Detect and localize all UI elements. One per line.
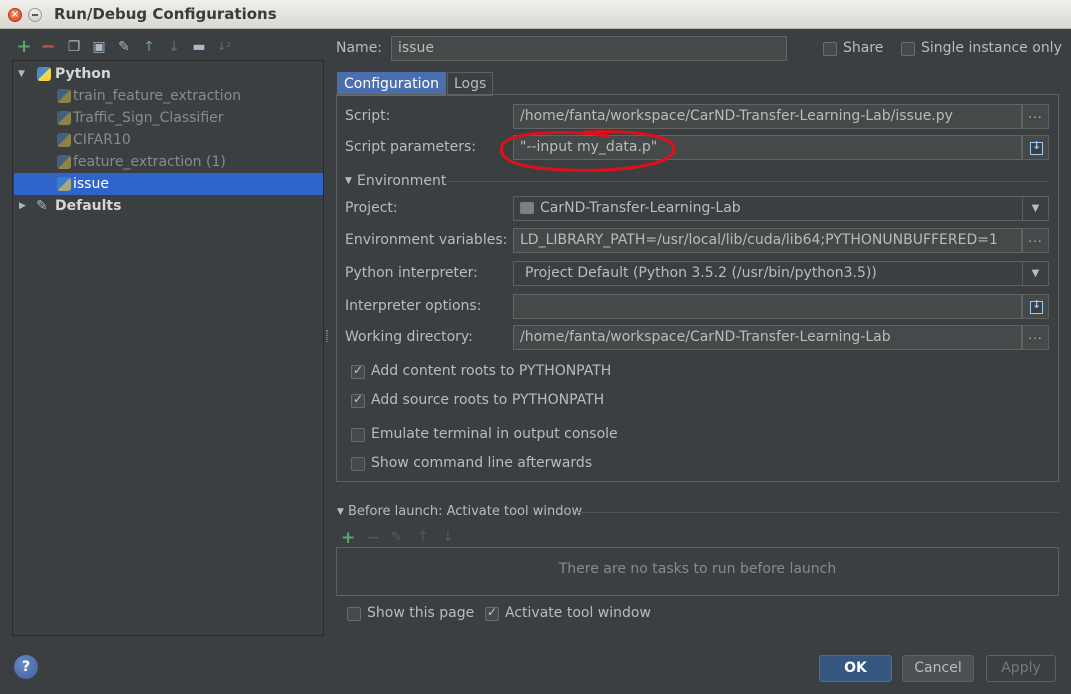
add-content-roots-checkbox[interactable] [351, 363, 365, 379]
interp-options-label: Interpreter options: [345, 298, 482, 314]
python-file-icon [57, 133, 71, 147]
show-cmdline-label: Show command line afterwards [371, 455, 593, 471]
show-this-page-label: Show this page [367, 605, 475, 621]
project-value: CarND-Transfer-Learning-Lab [540, 200, 741, 216]
configurations-tree[interactable]: ▼ Python train_feature_extraction Traffi… [12, 60, 324, 636]
chevron-down-icon[interactable]: ▼ [1022, 262, 1048, 285]
emulate-terminal-checkbox[interactable] [351, 428, 365, 442]
move-task-down-icon[interactable]: ↓ [442, 529, 454, 545]
environment-label: Environment [357, 173, 447, 189]
tasks-list[interactable]: There are no tasks to run before launch [336, 547, 1059, 596]
before-launch-label: Before launch: Activate tool window [348, 504, 583, 519]
tree-item-label: train_feature_extraction [73, 88, 242, 104]
script-label: Script: [345, 108, 391, 124]
show-cmdline-checkbox[interactable] [351, 457, 365, 471]
expanded-arrow-icon[interactable]: ▼ [18, 63, 25, 85]
tree-node-python[interactable]: ▼ Python [14, 63, 323, 85]
workdir-label: Working directory: [345, 329, 473, 345]
python-file-icon [57, 155, 71, 169]
name-input[interactable]: issue [391, 36, 787, 61]
tree-defaults-label: Defaults [55, 198, 122, 214]
collapsed-arrow-icon[interactable]: ▶ [19, 195, 26, 217]
workdir-input[interactable]: /home/fanta/workspace/CarND-Transfer-Lea… [513, 325, 1022, 350]
tab-logs[interactable]: Logs [447, 72, 494, 96]
expand-options-icon[interactable] [1022, 294, 1049, 319]
add-content-roots-label: Add content roots to PYTHONPATH [371, 363, 612, 379]
env-vars-input[interactable]: LD_LIBRARY_PATH=/usr/local/lib/cuda/lib6… [513, 228, 1022, 253]
folder-icon[interactable]: ▬ [191, 39, 207, 55]
tasks-empty-text: There are no tasks to run before launch [558, 561, 837, 577]
move-up-icon[interactable]: ↑ [141, 39, 157, 55]
browse-workdir-button[interactable]: ... [1022, 325, 1049, 350]
ok-button[interactable]: OK [819, 655, 892, 682]
python-file-icon [57, 177, 71, 191]
add-source-roots-label: Add source roots to PYTHONPATH [371, 392, 605, 408]
edit-task-icon[interactable]: ✎ [391, 530, 402, 545]
project-folder-icon [520, 202, 534, 214]
single-instance-checkbox[interactable] [901, 42, 915, 56]
tree-item-issue[interactable]: issue [14, 173, 323, 195]
remove-task-icon[interactable]: − [366, 528, 380, 548]
save-icon[interactable]: ▣ [91, 39, 107, 55]
help-icon[interactable]: ? [14, 655, 38, 679]
expand-params-icon[interactable] [1022, 135, 1049, 160]
tree-item-label: Traffic_Sign_Classifier [73, 110, 224, 126]
sort-icon[interactable]: ↓² [216, 39, 232, 55]
wrench-icon: ✎ [36, 198, 48, 214]
interpreter-select[interactable]: Project Default (Python 3.5.2 (/usr/bin/… [513, 261, 1049, 286]
add-task-icon[interactable]: + [341, 528, 355, 548]
window-title: Run/Debug Configurations [54, 5, 277, 23]
python-file-icon [57, 111, 71, 125]
activate-tool-window-checkbox[interactable] [485, 605, 499, 621]
browse-script-button[interactable]: ... [1022, 104, 1049, 129]
minimize-window-icon[interactable] [28, 8, 42, 22]
cancel-button[interactable]: Cancel [902, 655, 974, 682]
tree-item-label: issue [73, 176, 109, 192]
emulate-terminal-label: Emulate terminal in output console [371, 426, 618, 442]
apply-button[interactable]: Apply [986, 655, 1056, 682]
splitter-handle[interactable] [326, 330, 328, 342]
tree-node-defaults[interactable]: ▶ ✎ Defaults [14, 195, 323, 217]
tree-item-cifar10[interactable]: CIFAR10 [14, 129, 323, 151]
script-path-input[interactable]: /home/fanta/workspace/CarND-Transfer-Lea… [513, 104, 1022, 129]
show-this-page-checkbox[interactable] [347, 607, 361, 621]
move-down-icon[interactable]: ↓ [166, 39, 182, 55]
add-source-roots-checkbox[interactable] [351, 392, 365, 408]
project-label: Project: [345, 200, 398, 216]
tree-item-feature-extraction[interactable]: feature_extraction (1) [14, 151, 323, 173]
python-icon [37, 67, 51, 81]
before-launch-divider [578, 512, 1059, 513]
tree-item-traffic-sign-classifier[interactable]: Traffic_Sign_Classifier [14, 107, 323, 129]
edit-env-vars-button[interactable]: ... [1022, 228, 1049, 253]
add-icon[interactable]: + [16, 38, 32, 56]
interpreter-value: Project Default (Python 3.5.2 (/usr/bin/… [525, 265, 877, 281]
tree-item-label: feature_extraction (1) [73, 154, 226, 170]
name-label: Name: [336, 40, 383, 56]
tab-configuration[interactable]: Configuration [337, 72, 446, 96]
move-task-up-icon[interactable]: ↑ [417, 529, 429, 545]
close-window-icon[interactable]: × [8, 8, 22, 22]
environment-divider [448, 181, 1048, 182]
tree-python-label: Python [55, 66, 111, 82]
tree-item-train-feature-extraction[interactable]: train_feature_extraction [14, 85, 323, 107]
red-annotation-circle [499, 130, 676, 172]
script-params-label: Script parameters: [345, 139, 476, 155]
single-instance-label: Single instance only [921, 40, 1062, 56]
before-launch-collapse-arrow-icon[interactable]: ▼ [337, 507, 344, 517]
wrench-icon[interactable]: ✎ [116, 39, 132, 55]
python-file-icon [57, 89, 71, 103]
project-select[interactable]: CarND-Transfer-Learning-Lab ▼ [513, 196, 1049, 221]
interpreter-label: Python interpreter: [345, 265, 478, 281]
share-label: Share [843, 40, 884, 56]
chevron-down-icon[interactable]: ▼ [1022, 197, 1048, 220]
share-checkbox[interactable] [823, 42, 837, 56]
copy-icon[interactable]: ❐ [66, 39, 82, 55]
env-vars-label: Environment variables: [345, 232, 508, 248]
interp-options-input[interactable] [513, 294, 1022, 319]
activate-tool-window-label: Activate tool window [505, 605, 651, 621]
environment-collapse-arrow-icon[interactable]: ▼ [345, 176, 352, 186]
tree-item-label: CIFAR10 [73, 132, 131, 148]
remove-icon[interactable]: − [40, 38, 56, 56]
